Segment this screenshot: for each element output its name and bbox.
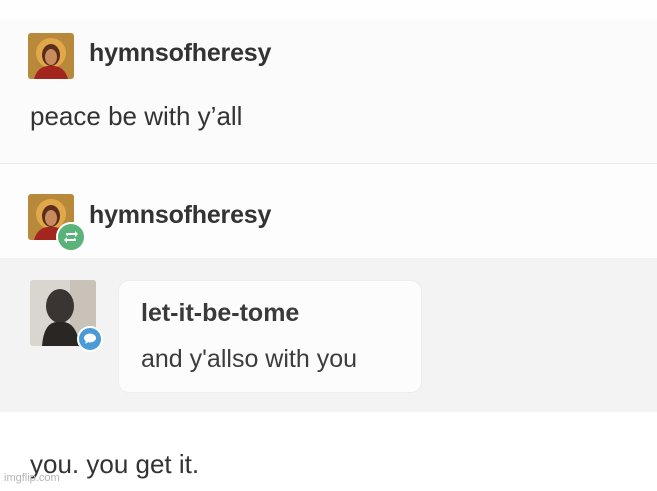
- avatar[interactable]: [28, 33, 74, 79]
- reply-card: let-it-be-tome and y'allso with you: [119, 281, 421, 392]
- icon-painting-avatar: [28, 33, 74, 79]
- reply-username[interactable]: let-it-be-tome: [141, 299, 299, 328]
- post-1-text: peace be with y’all: [30, 101, 243, 131]
- reblog-icon: [56, 222, 86, 252]
- post-2-username[interactable]: hymnsofheresy: [89, 201, 271, 230]
- post-1-username[interactable]: hymnsofheresy: [89, 39, 271, 68]
- reply-text: and y'allso with you: [141, 345, 358, 373]
- watermark: imgflip.com: [4, 472, 60, 484]
- speech-bubble-icon: [77, 326, 103, 352]
